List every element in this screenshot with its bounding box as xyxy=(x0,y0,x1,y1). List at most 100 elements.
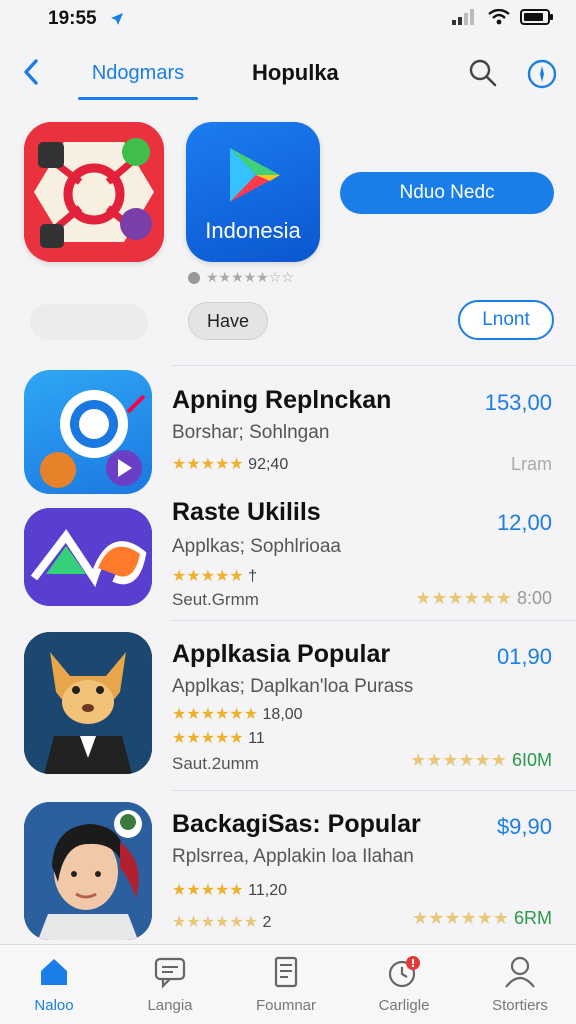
nav-tab-underline xyxy=(78,97,198,100)
tab-updates[interactable]: Carligle xyxy=(354,955,454,1019)
featured-outline-button[interactable]: Lnont xyxy=(458,300,554,340)
featured-play-label: Indonesia xyxy=(205,218,301,243)
app-subtitle: Rplsrrea, Applakin loa Ilahan xyxy=(172,846,414,867)
app-rating-secondary: ★★★★★★ 2 xyxy=(172,912,271,932)
clock-badge-icon xyxy=(388,956,420,988)
chat-icon xyxy=(154,957,186,989)
tab-label: Stortiers xyxy=(492,997,548,1014)
nav-tab[interactable]: Ndogmars xyxy=(78,54,198,100)
location-arrow-icon xyxy=(111,13,123,25)
tab-document[interactable]: Foumnar xyxy=(236,955,336,1019)
app-rating-stars: ★★★★★ xyxy=(172,456,244,473)
person-icon xyxy=(505,956,535,988)
clock-app-icon xyxy=(40,390,146,488)
search-icon[interactable] xyxy=(468,58,498,88)
wave-app-icon xyxy=(24,508,152,606)
avatar-portrait-icon xyxy=(24,802,152,940)
app-icon-avatar xyxy=(24,802,152,940)
divider xyxy=(172,365,576,366)
app-rating: ★★★★★ 11,20 xyxy=(172,880,287,900)
app-rating-count: 11,20 xyxy=(248,882,288,899)
app-right-meta: ★★★★★★ 8:00 xyxy=(415,588,552,609)
page-title: Hopulka xyxy=(252,60,339,85)
app-rating-stars: ★★★★★★ xyxy=(172,706,259,723)
app-row[interactable]: Applkasia Popular Applkas; Daplkan'loa P… xyxy=(0,630,576,791)
app-row[interactable]: Apning Replnckan Borshar; Sohlngan ★★★★★… xyxy=(0,368,576,498)
app-right-meta: ★★★★★★ 6RM xyxy=(412,908,552,929)
rating-dot xyxy=(188,271,200,284)
tab-profile[interactable]: Stortiers xyxy=(470,955,570,1019)
app-price[interactable]: 12,00 xyxy=(497,510,552,536)
app-row[interactable]: Raste Ukilils Applkas; Sophlrioaa ★★★★★ … xyxy=(0,498,576,621)
app-rating: ★★★★★★ 18,00 xyxy=(172,704,303,724)
back-chevron-icon[interactable] xyxy=(18,56,46,88)
app-title: Apning Replnckan xyxy=(172,386,392,414)
tab-label: Langia xyxy=(147,997,193,1014)
app-rating-count: 2 xyxy=(262,914,272,931)
divider xyxy=(172,620,576,621)
app-title: Applkasia Popular xyxy=(172,640,391,668)
app-rating-stars: ★★★★★ xyxy=(172,882,244,899)
divider xyxy=(172,790,576,791)
app-right-stars: ★★★★★★ xyxy=(415,588,512,608)
puzzle-game-icon xyxy=(24,122,164,262)
featured-game-icon[interactable] xyxy=(24,122,164,262)
featured-have-button[interactable]: Have xyxy=(188,302,268,340)
app-price[interactable]: $9,90 xyxy=(497,814,552,840)
app-rating-stars: ★★★★★ xyxy=(172,568,244,585)
tab-home[interactable]: Naloo xyxy=(4,955,104,1019)
app-price[interactable]: 01,90 xyxy=(497,644,552,670)
fox-character-icon xyxy=(24,632,152,774)
status-icons xyxy=(452,9,554,25)
signal-icon xyxy=(452,9,474,25)
tab-label: Foumnar xyxy=(255,997,317,1014)
app-price[interactable]: 153,00 xyxy=(485,390,552,416)
app-title: Raste Ukilils xyxy=(172,498,321,526)
app-size: Saut.2umm xyxy=(172,754,259,773)
featured-play-icon[interactable]: Indonesia xyxy=(186,122,320,262)
featured-primary-button[interactable]: Nduo Nedc xyxy=(340,172,554,214)
compass-icon[interactable] xyxy=(526,58,558,90)
play-triangle-icon xyxy=(230,148,280,202)
app-rating-count: 92;40 xyxy=(248,456,289,473)
tab-label: Carligle xyxy=(378,997,430,1014)
featured-section: Indonesia Nduo Nedc ★★★★★☆☆ Have Lnont xyxy=(0,112,576,370)
app-rating: ★★★★★ 92;40 xyxy=(172,454,288,474)
app-size: Seut.Grmm xyxy=(172,590,259,609)
app-icon-wave xyxy=(24,508,152,606)
app-rating-secondary: ★★★★★ 11 xyxy=(172,728,265,748)
nav-tab-label: Ndogmars xyxy=(91,62,185,84)
featured-placeholder-pill xyxy=(30,304,148,340)
featured-rating: ★★★★★☆☆ xyxy=(188,269,294,286)
app-rating-count: † xyxy=(248,568,258,585)
app-right-meta: ★★★★★★ 6I0M xyxy=(410,750,552,771)
app-subtitle: Applkas; Sophlrioaa xyxy=(172,536,341,557)
tab-label: Naloo xyxy=(34,997,74,1014)
wifi-icon xyxy=(488,9,510,25)
tab-bar: Naloo Langia Foumnar Carligle Stortiers xyxy=(0,944,576,1024)
app-rating-stars: ★★★★★ xyxy=(172,730,244,747)
app-right-stars: ★★★★★★ xyxy=(410,750,507,770)
status-bar: 19:55 xyxy=(0,0,576,40)
battery-icon xyxy=(520,9,553,25)
app-subtitle: Borshar; Sohlngan xyxy=(172,422,330,443)
tab-chat[interactable]: Langia xyxy=(120,955,220,1019)
nav-bar: Ndogmars Hopulka xyxy=(0,44,576,102)
app-icon-fox xyxy=(24,632,152,774)
status-time: 19:55 xyxy=(48,8,97,29)
app-rating: ★★★★★ † xyxy=(172,566,257,586)
app-right-meta: Lram xyxy=(510,454,552,474)
app-right-value: 8:00 xyxy=(516,588,552,608)
featured-rating-stars: ★★★★★☆☆ xyxy=(206,269,294,285)
app-rating-count: 18,00 xyxy=(262,706,303,723)
app-rating-count: 11 xyxy=(248,730,265,747)
app-icon-clock xyxy=(24,370,152,494)
home-icon xyxy=(41,959,67,985)
app-subtitle: Applkas; Daplkan'loa Purass xyxy=(172,676,414,697)
app-rating-stars: ★★★★★★ xyxy=(172,914,259,931)
app-right-value: 6I0M xyxy=(511,750,552,770)
app-row[interactable]: BackagiSas: Popular Rplsrrea, Applakin l… xyxy=(0,800,576,942)
app-right-stars: ★★★★★★ xyxy=(412,908,509,928)
app-right-value: 6RM xyxy=(513,908,552,928)
app-title: BackagiSas: Popular xyxy=(172,810,421,838)
